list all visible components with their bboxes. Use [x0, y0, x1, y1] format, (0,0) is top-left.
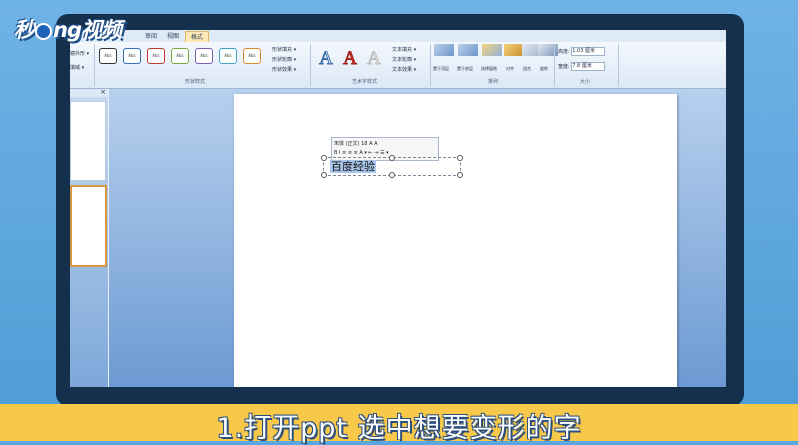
tab-review[interactable]: 审阅 — [140, 31, 162, 42]
tab-view[interactable]: 视图 — [162, 31, 184, 42]
mini-toolbar-row-2[interactable]: B I ≡ ≡ ≡ A ▾ ⇤ ⇥ ☰ ▾ — [334, 150, 389, 156]
group-label-size: 大小 — [580, 79, 591, 85]
play-icon — [35, 22, 52, 40]
group-label-wordart-styles: 艺术字样式 — [352, 79, 378, 85]
powerpoint-window: 审阅 视图 格式 镜外形 ▾ 填域 ▾ Abc Abc Abc Abc Abc … — [70, 30, 726, 387]
resize-handle[interactable] — [389, 172, 395, 178]
logo-text-2: ng — [53, 18, 82, 42]
ribbon: 镜外形 ▾ 填域 ▾ Abc Abc Abc Abc Abc Abc Abc 形… — [70, 42, 726, 89]
width-row: 宽度: 7.8 厘米 — [558, 62, 606, 71]
send-to-back-icon[interactable] — [458, 44, 478, 56]
bring-to-front-icon[interactable] — [434, 44, 454, 56]
group-label-shape-styles: 形状样式 — [185, 79, 206, 85]
resize-handle[interactable] — [457, 172, 463, 178]
close-icon[interactable]: × — [100, 88, 106, 96]
selection-pane-icon[interactable] — [482, 44, 502, 56]
shape-style-thumb[interactable]: Abc — [195, 48, 213, 64]
wordart-style-white[interactable]: A — [364, 48, 384, 70]
logo-text-3: 视频 — [80, 18, 122, 42]
rotate-icon[interactable] — [538, 44, 558, 56]
width-input[interactable]: 7.8 厘米 — [571, 62, 606, 71]
shape-style-thumb[interactable]: Abc — [99, 48, 117, 64]
text-outline-command[interactable]: 文本轮廓 ▾ — [392, 56, 416, 63]
caption-text: 1.打开ppt 选中想要变形的字 — [216, 413, 582, 444]
resize-handle[interactable] — [321, 155, 327, 161]
group-label-arrange: 排列 — [488, 79, 499, 85]
grow-font-icon[interactable]: A — [369, 141, 372, 147]
ribbon-separator — [94, 44, 95, 86]
textbox-text[interactable]: 百度经验 — [330, 160, 376, 173]
group-label: 组合 — [523, 66, 531, 71]
height-label: 高度: — [558, 49, 570, 55]
slides-panel-header: × — [70, 88, 108, 97]
left-partial-command-2[interactable]: 填域 ▾ — [70, 64, 84, 71]
resize-handle[interactable] — [389, 155, 395, 161]
shape-outline-command[interactable]: 形状轮廓 ▾ — [272, 56, 296, 63]
send-to-back-label: 置于底层 — [457, 66, 473, 71]
shape-style-thumb[interactable]: Abc — [171, 48, 189, 64]
rotate-label: 旋转 — [540, 66, 548, 71]
shape-style-thumb[interactable]: Abc — [219, 48, 237, 64]
resize-handle[interactable] — [457, 155, 463, 161]
caption-bar: 1.打开ppt 选中想要变形的字 — [0, 404, 798, 444]
shrink-font-icon[interactable]: A — [374, 141, 377, 147]
wordart-style-red[interactable]: A — [340, 48, 360, 70]
height-input[interactable]: 1.03 厘米 — [571, 47, 606, 56]
selected-textbox[interactable]: 百度经验 — [321, 155, 463, 178]
font-size-select[interactable]: 18 — [361, 141, 367, 147]
ribbon-separator — [430, 44, 431, 86]
shape-style-thumb[interactable]: Abc — [123, 48, 141, 64]
text-effects-command[interactable]: 文本效果 ▾ — [392, 66, 416, 73]
shape-effects-command[interactable]: 形状效果 ▾ — [272, 66, 296, 73]
left-partial-command-1[interactable]: 镜外形 ▾ — [70, 50, 89, 57]
mini-toolbar-row-1: 宋体 (正文) 18 A A — [334, 140, 378, 147]
slide-thumbnail-selected[interactable] — [70, 185, 107, 267]
height-row: 高度: 1.03 厘米 — [558, 47, 606, 56]
align-icon[interactable] — [504, 44, 524, 56]
video-logo: 秒 ng视频 — [14, 14, 122, 44]
logo-text-1: 秒 — [14, 18, 35, 42]
width-label: 宽度: — [558, 64, 570, 70]
ribbon-separator — [554, 44, 555, 86]
wordart-style-blue[interactable]: A — [316, 48, 336, 70]
bring-to-front-label: 置于顶层 — [433, 66, 449, 71]
slide-thumbnail[interactable] — [70, 101, 106, 181]
shape-style-thumb[interactable]: Abc — [147, 48, 165, 64]
ribbon-separator — [618, 44, 619, 86]
slides-panel: × — [70, 88, 109, 387]
ribbon-separator — [310, 44, 311, 86]
font-name-select[interactable]: 宋体 (正文) — [334, 141, 360, 147]
slide-canvas[interactable]: 宋体 (正文) 18 A A B I ≡ ≡ ≡ A ▾ ⇤ ⇥ ☰ ▾ 百度经… — [234, 94, 677, 387]
selection-pane-label: 选择窗格 — [481, 66, 497, 71]
shape-fill-command[interactable]: 形状填充 ▾ — [272, 46, 296, 53]
text-fill-command[interactable]: 文本填充 ▾ — [392, 46, 416, 53]
resize-handle[interactable] — [321, 172, 327, 178]
align-label: 对齐 — [506, 66, 514, 71]
shape-style-thumb[interactable]: Abc — [243, 48, 261, 64]
